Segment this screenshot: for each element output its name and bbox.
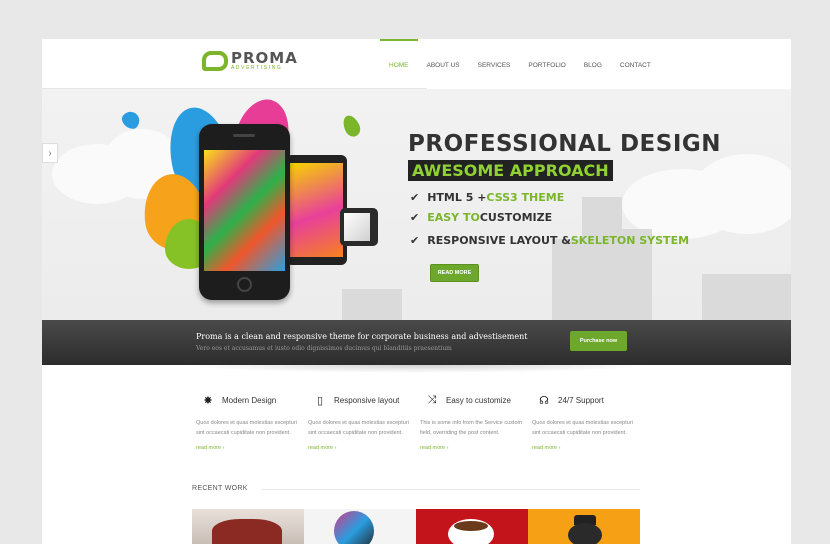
check-icon: ✔ xyxy=(410,191,420,204)
page: PROMA ADVERTISING HOME ABOUT US SERVICES… xyxy=(42,39,791,544)
slider-prev-arrow[interactable]: › xyxy=(42,143,58,163)
building-decoration xyxy=(552,239,582,320)
recent-work-divider xyxy=(262,489,640,490)
tablet-illustration xyxy=(286,155,347,265)
hero-title: PROFESSIONAL DESIGN xyxy=(408,131,722,157)
promo-subtitle: Vero eos et accusamus et iusto odio dign… xyxy=(196,345,452,352)
hero-feature: ✔ HTML 5 + CSS3 THEME xyxy=(410,191,564,204)
feature-column: ▯ Responsive layout Quos dolores et quas… xyxy=(308,392,418,452)
read-more-button[interactable]: READ MORE xyxy=(430,264,479,282)
main-nav: HOME ABOUT US SERVICES PORTFOLIO BLOG CO… xyxy=(380,39,660,89)
building-decoration xyxy=(702,274,791,320)
nav-home[interactable]: HOME xyxy=(380,39,418,89)
feature-text: Quos dolores et quas molestias excepturi… xyxy=(532,420,633,436)
feature-text: This is some info from the Service custo… xyxy=(420,420,523,436)
hero-subtitle: AWESOME APPROACH xyxy=(408,160,613,181)
hero-feature-text: HTML 5 + xyxy=(427,191,487,204)
promo-title: Proma is a clean and responsive theme fo… xyxy=(196,332,528,341)
gear-icon: ✸ xyxy=(203,394,213,407)
check-icon: ✔ xyxy=(410,211,420,224)
feature-title: Modern Design xyxy=(222,395,277,405)
nav-services[interactable]: SERVICES xyxy=(469,39,520,89)
feature-title: 24/7 Support xyxy=(558,395,604,405)
green-drop-decoration xyxy=(340,112,363,140)
feature-text: Quos dolores et quas molestias excepturi… xyxy=(308,420,409,436)
nav-contact[interactable]: CONTACT xyxy=(611,39,660,89)
headphones-icon: ☊ xyxy=(539,394,549,407)
portfolio-thumbnail-coffee[interactable] xyxy=(416,509,528,544)
promo-shadow xyxy=(182,365,652,373)
building-decoration xyxy=(582,197,622,320)
feature-title: Responsive layout xyxy=(334,395,400,405)
check-icon: ✔ xyxy=(410,234,420,247)
logo[interactable]: PROMA ADVERTISING xyxy=(202,49,312,73)
feature-column: ✸ Modern Design Quos dolores et quas mol… xyxy=(196,392,306,452)
recent-work-title: RECENT WORK xyxy=(192,485,248,492)
portfolio-thumbnail-motorcycle[interactable] xyxy=(192,509,304,544)
logo-icon xyxy=(202,51,228,71)
logo-name: PROMA xyxy=(231,48,298,67)
hero-feature-text: CUSTOMIZE xyxy=(479,211,553,224)
site-header: PROMA ADVERTISING HOME ABOUT US SERVICES… xyxy=(42,39,791,89)
portfolio-thumbnail-character[interactable] xyxy=(528,509,640,544)
nav-about-us[interactable]: ABOUT US xyxy=(418,39,469,89)
nav-blog[interactable]: BLOG xyxy=(575,39,611,89)
hero-feature-text: RESPONSIVE LAYOUT & xyxy=(427,234,571,247)
feature-read-more-link[interactable]: read more › xyxy=(420,445,530,451)
mobile-icon: ▯ xyxy=(316,394,324,407)
hero-feature: ✔ EASY TO CUSTOMIZE xyxy=(410,211,552,224)
shuffle-icon: ⤨ xyxy=(427,393,437,406)
building-decoration xyxy=(342,289,402,320)
hero-feature-highlight: EASY TO xyxy=(427,211,480,224)
promo-bar: Proma is a clean and responsive theme fo… xyxy=(42,320,791,365)
purchase-now-button[interactable]: Purchase now xyxy=(570,331,627,351)
feature-column: ⤨ Easy to customize This is some info fr… xyxy=(420,392,530,452)
hero-slider: › PROFESSIONAL DESIGN AWESOME APPROACH ✔… xyxy=(42,89,791,320)
smartphone-illustration xyxy=(199,124,290,300)
feature-text: Quos dolores et quas molestias excepturi… xyxy=(196,420,297,436)
hero-feature-highlight: CSS3 THEME xyxy=(486,191,565,204)
feature-read-more-link[interactable]: read more › xyxy=(196,445,306,451)
cloud-decoration xyxy=(692,154,791,234)
feature-read-more-link[interactable]: read more › xyxy=(308,445,418,451)
hero-feature: ✔ RESPONSIVE LAYOUT & SKELETON SYSTEM xyxy=(410,234,689,247)
feature-read-more-link[interactable]: read more › xyxy=(532,445,642,451)
feature-column: ☊ 24/7 Support Quos dolores et quas mole… xyxy=(532,392,642,452)
portfolio-thumbnail-art[interactable] xyxy=(304,509,416,544)
nav-portfolio[interactable]: PORTFOLIO xyxy=(519,39,574,89)
feature-title: Easy to customize xyxy=(446,395,511,405)
logo-tagline: ADVERTISING xyxy=(231,64,283,71)
hero-feature-highlight: SKELETON SYSTEM xyxy=(570,234,690,247)
small-phone-illustration xyxy=(340,208,378,246)
